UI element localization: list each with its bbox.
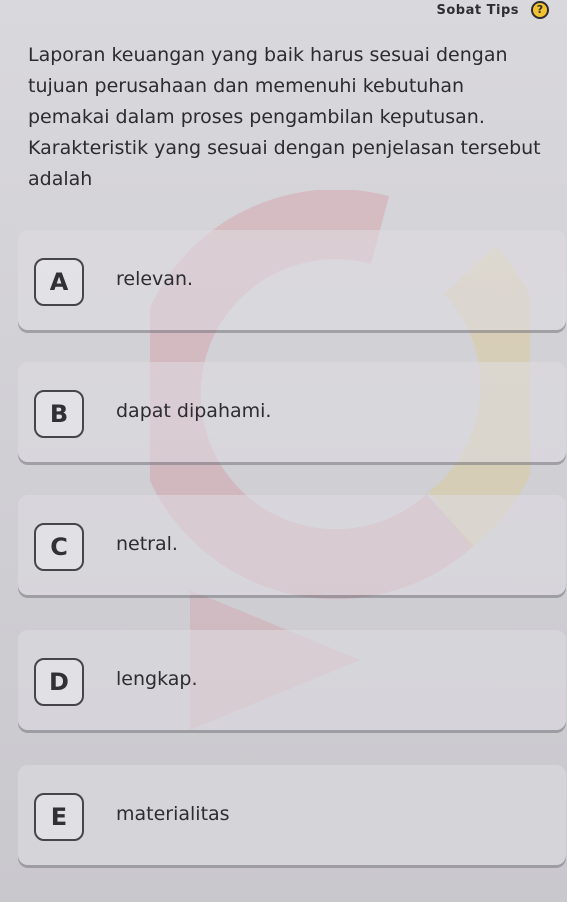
- option-text: materialitas: [116, 803, 230, 825]
- option-text: lengkap.: [116, 668, 198, 690]
- question-text: Laporan keuangan yang baik harus sesuai …: [28, 44, 541, 190]
- question-mark-icon[interactable]: ?: [531, 1, 549, 19]
- option-text: relevan.: [116, 268, 194, 290]
- option-letter: A: [34, 258, 84, 306]
- option-letter: C: [34, 523, 84, 571]
- option-text: netral.: [116, 533, 178, 555]
- option-b[interactable]: B dapat dipahami.: [18, 362, 566, 462]
- option-d[interactable]: D lengkap.: [18, 630, 566, 730]
- option-letter: B: [34, 390, 84, 438]
- option-e[interactable]: E materialitas: [18, 765, 566, 865]
- option-c[interactable]: C netral.: [18, 495, 566, 595]
- sobat-tips-label[interactable]: Sobat Tips: [437, 3, 519, 18]
- option-a[interactable]: A relevan.: [18, 230, 566, 330]
- option-letter: E: [34, 793, 84, 841]
- option-text: dapat dipahami.: [116, 400, 272, 422]
- header-bar: Sobat Tips ?: [0, 0, 567, 26]
- option-letter: D: [34, 658, 84, 706]
